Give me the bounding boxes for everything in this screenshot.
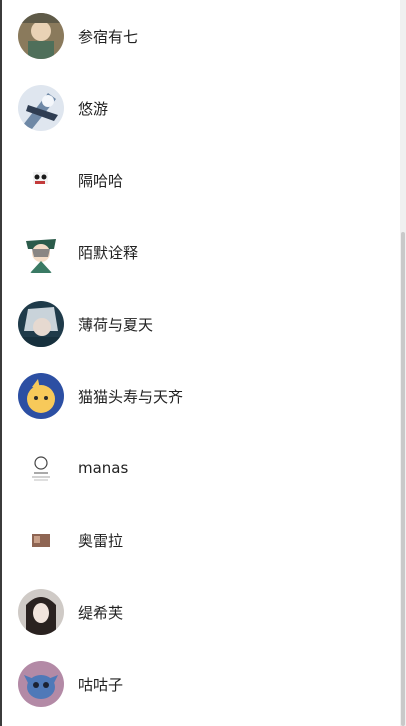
contact-name: 奥雷拉 <box>78 531 124 550</box>
avatar <box>18 301 64 347</box>
contact-name: manas <box>78 459 129 477</box>
avatar <box>18 517 64 563</box>
list-item[interactable]: 咕咕子 <box>2 648 400 720</box>
contact-name: 陌默诠释 <box>78 243 139 262</box>
avatar <box>18 157 64 203</box>
avatar <box>18 13 64 59</box>
contact-name: 咕咕子 <box>78 675 124 694</box>
scrollbar-thumb[interactable] <box>401 232 405 726</box>
vertical-scrollbar[interactable] <box>400 0 406 726</box>
contact-name: 缇希芙 <box>78 603 124 622</box>
list-item[interactable]: 猫猫头寿与天齐 <box>2 360 400 432</box>
avatar <box>18 373 64 419</box>
contact-name: 猫猫头寿与天齐 <box>78 387 184 406</box>
list-item[interactable]: 薄荷与夏天 <box>2 288 400 360</box>
list-item[interactable]: 陌默诠释 <box>2 216 400 288</box>
list-item[interactable]: 奥雷拉 <box>2 504 400 576</box>
avatar <box>18 229 64 275</box>
list-item[interactable]: 参宿有七 <box>2 0 400 72</box>
avatar <box>18 589 64 635</box>
contact-name: 参宿有七 <box>78 27 139 46</box>
contact-list-panel: 参宿有七 悠游 隔哈哈 陌默诠释 薄荷与夏天 猫猫头寿与天齐 manas 奥雷拉… <box>0 0 406 726</box>
list-item[interactable]: 悠游 <box>2 72 400 144</box>
avatar <box>18 85 64 131</box>
list-item[interactable]: 隔哈哈 <box>2 144 400 216</box>
contact-name: 薄荷与夏天 <box>78 315 154 334</box>
list-item[interactable]: 缇希芙 <box>2 576 400 648</box>
avatar <box>18 445 64 491</box>
contact-name: 悠游 <box>78 99 109 118</box>
contact-name: 隔哈哈 <box>78 171 124 190</box>
contact-list: 参宿有七 悠游 隔哈哈 陌默诠释 薄荷与夏天 猫猫头寿与天齐 manas 奥雷拉… <box>2 0 400 720</box>
list-item[interactable]: manas <box>2 432 400 504</box>
avatar <box>18 661 64 707</box>
